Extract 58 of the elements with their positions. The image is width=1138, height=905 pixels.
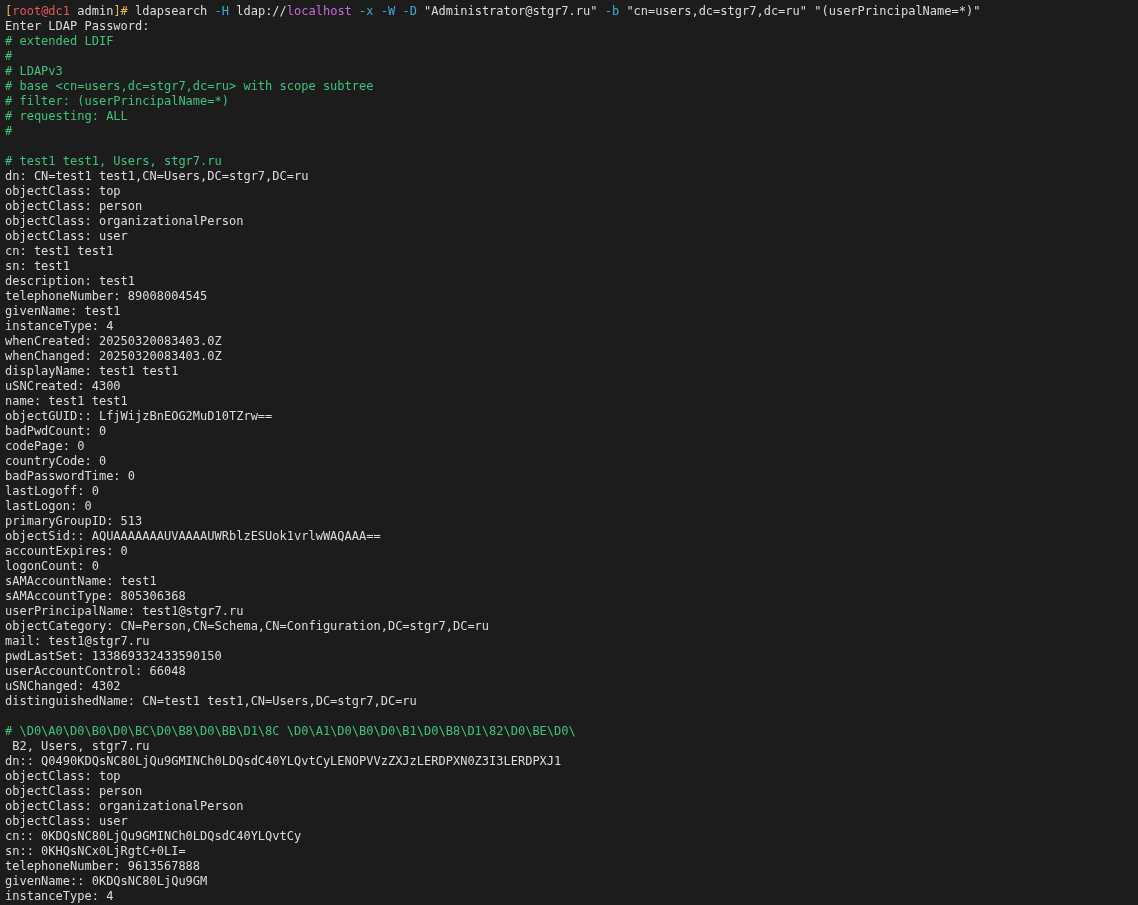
output-line: cn: test1 test1 xyxy=(5,244,114,259)
output-line: userPrincipalName: test1@stgr7.ru xyxy=(5,604,244,619)
output-line: cn:: 0KDQsNC80LjQu9GMINCh0LDQsdC40YLQvtCy xyxy=(5,829,302,844)
output-line: B2, Users, stgr7.ru xyxy=(11,739,150,754)
output-line: displayName: test1 test1 xyxy=(5,364,179,379)
output-line: objectClass: user xyxy=(5,814,128,829)
comment-line: # extended LDIF xyxy=(5,34,114,49)
output-line: telephoneNumber: 9613567888 xyxy=(5,859,201,874)
output-line: description: test1 xyxy=(5,274,136,289)
output-line: objectGUID:: LfjWijzBnEOG2MuD10TZrw== xyxy=(5,409,273,424)
output-line: sAMAccountType: 805306368 xyxy=(5,589,186,604)
output-line: lastLogon: 0 xyxy=(5,499,92,514)
output-line: givenName:: 0KDQsNC80LjQu9GM xyxy=(5,874,208,889)
output-line: badPasswordTime: 0 xyxy=(5,469,136,484)
output-line: sn:: 0KHQsNCx0LjRgtC+0LI= xyxy=(5,844,186,859)
output-line: dn:: Q0490KDQsNC80LjQu9GMINCh0LDQsdC40YLQvtCyLENOPVVzZXJzLERDPXN0Z3I3LERDPXJ1 xyxy=(5,754,562,769)
output-line: pwdLastSet: 133869332433590150 xyxy=(5,649,222,664)
output-line: codePage: 0 xyxy=(5,439,85,454)
output-line: sAMAccountName: test1 xyxy=(5,574,157,589)
output-line: sn: test1 xyxy=(5,259,71,274)
output-line: dn: CN=test1 test1,CN=Users,DC=stgr7,DC=ru xyxy=(5,169,309,184)
output-line: userAccountControl: 66048 xyxy=(5,664,186,679)
output-line: objectCategory: CN=Person,CN=Schema,CN=Configuration,DC=stgr7,DC=ru xyxy=(5,619,490,634)
output-line: objectClass: organizationalPerson xyxy=(5,799,244,814)
output-line: objectClass: organizationalPerson xyxy=(5,214,244,229)
output-line: uSNCreated: 4300 xyxy=(5,379,121,394)
comment-line: # LDAPv3 xyxy=(5,64,63,79)
output-line: name: test1 test1 xyxy=(5,394,128,409)
output-line: objectClass: person xyxy=(5,199,143,214)
output-line: instanceType: 4 xyxy=(5,889,114,904)
output-line: badPwdCount: 0 xyxy=(5,424,107,439)
output-line: instanceType: 4 xyxy=(5,319,114,334)
command-line: [root@dc1 admin]# ldapsearch -H ldap://localhost -x -W -D "Administrator@stgr7.ru" -b "cn=users,dc=stgr7,dc=ru" "(userPrincipalName=*)" xyxy=(5,4,981,19)
output-line: lastLogoff: 0 xyxy=(5,484,99,499)
output-line: distinguishedName: CN=test1 test1,CN=Users,DC=stgr7,DC=ru xyxy=(5,694,417,709)
output-line: primaryGroupID: 513 xyxy=(5,514,143,529)
output-line: objectClass: top xyxy=(5,184,121,199)
output-line: whenChanged: 20250320083403.0Z xyxy=(5,349,222,364)
comment-line: # \D0\A0\D0\B0\D0\BC\D0\B8\D0\BB\D1\8C \D0\A1\D0\B0\D0\B1\D0\B8\D1\82\D0\BE\D0\ xyxy=(5,724,576,739)
output-line: objectClass: person xyxy=(5,784,143,799)
comment-line: # requesting: ALL xyxy=(5,109,128,124)
output-line: objectClass: user xyxy=(5,229,128,244)
output-line: uSNChanged: 4302 xyxy=(5,679,121,694)
output-line: objectSid:: AQUAAAAAAAUVAAAAUWRblzESUok1vrlwWAQAAA== xyxy=(5,529,381,544)
comment-line: # xyxy=(5,49,13,64)
output-line: logonCount: 0 xyxy=(5,559,99,574)
comment-line: # base <cn=users,dc=stgr7,dc=ru> with scope subtree xyxy=(5,79,374,94)
comment-line: # xyxy=(5,124,13,139)
output-line: givenName: test1 xyxy=(5,304,121,319)
output-line: mail: test1@stgr7.ru xyxy=(5,634,150,649)
output-line: whenCreated: 20250320083403.0Z xyxy=(5,334,222,349)
comment-line: # filter: (userPrincipalName=*) xyxy=(5,94,229,109)
output-line: Enter LDAP Password: xyxy=(5,19,150,34)
output-line: countryCode: 0 xyxy=(5,454,107,469)
output-line: objectClass: top xyxy=(5,769,121,784)
output-line: telephoneNumber: 89008004545 xyxy=(5,289,208,304)
output-line: accountExpires: 0 xyxy=(5,544,128,559)
comment-line: # test1 test1, Users, stgr7.ru xyxy=(5,154,222,169)
